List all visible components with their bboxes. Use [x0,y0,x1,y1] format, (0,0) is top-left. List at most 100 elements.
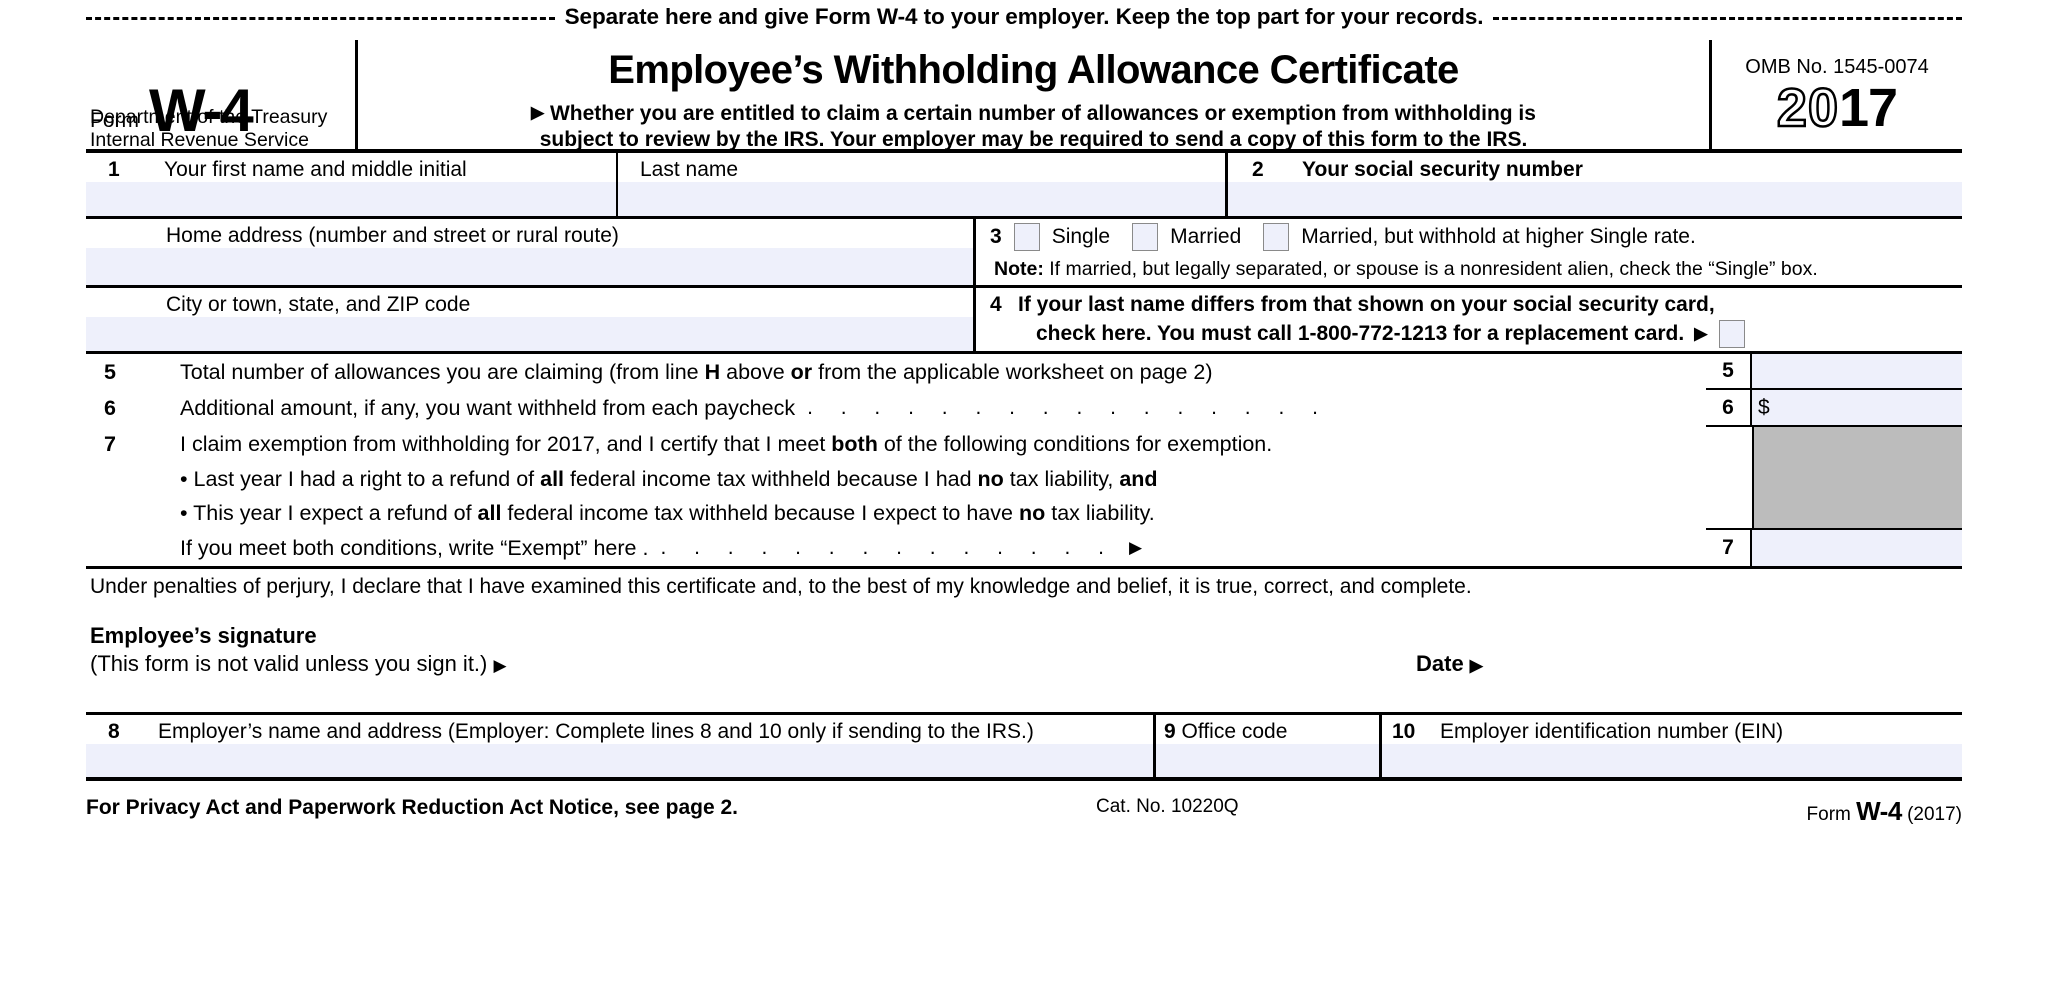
department-block: Department of the Treasury Internal Reve… [90,106,327,152]
line-10-number: 10 [1392,720,1416,743]
dashed-rule-right [1493,16,1963,20]
line-5-answer-box: 5 [1706,354,1962,390]
tax-year-century: 20 [1776,78,1840,138]
line-7-answer-box: 7 [1706,528,1962,566]
line-5-input[interactable] [1752,354,1962,388]
status-column: 3 Single Married Married, but withhold a… [976,219,1962,351]
privacy-act-notice: For Privacy Act and Paperwork Reduction … [86,796,738,819]
employer-name-address-input[interactable] [86,744,1153,777]
signature-arrow-icon: ▶ [493,656,507,675]
department-line-1: Department of the Treasury [90,106,328,128]
office-code-cell: 9 Office code (optional) [1156,715,1382,777]
header-form-identity: Form W-4 Department of the Treasury Inte… [86,40,358,152]
checkbox-married[interactable] [1132,223,1159,251]
perjury-statement: Under penalties of perjury, I declare th… [90,575,1472,598]
line-6-input[interactable]: $ [1752,390,1962,425]
header-subtitle-line-1: Whether you are entitled to claim a cert… [549,102,1536,125]
label-married-higher-single-rate: Married, but withhold at higher Single r… [1301,225,1696,248]
date-label: Date ▶ [1416,651,1483,676]
header-subtitle: ▶ Whether you are entitled to claim a ce… [358,101,1709,152]
shaded-area-wrapper [1706,427,1962,528]
line-6-text: Additional amount, if any, you want with… [180,395,796,420]
line-7-intro: I claim exemption from withholding for 2… [180,431,1273,456]
line-3-marital-status: 3 Single Married Married, but withhold a… [976,219,1962,285]
form-header: Form W-4 Department of the Treasury Inte… [86,40,1962,153]
label-single: Single [1051,225,1111,248]
line-2-number: 2 [1252,158,1264,181]
line-10-caption: 10 Employer identification number (EIN) [1382,715,1962,744]
employer-row: 8 Employer’s name and address (Employer:… [86,715,1962,781]
name-and-ssn-row: 1 Your first name and middle initial Las… [86,153,1962,219]
line-7-final-text: If you meet both conditions, write “Exem… [180,535,649,560]
line-8-number: 8 [108,720,120,743]
line-5-box-number: 5 [1706,354,1752,388]
line-7-leader-dots: . . . . . . . . . . . . . . [660,536,1115,559]
omb-number: OMB No. 1545-0074 [1745,56,1929,78]
line-7-final-row: If you meet both conditions, write “Exem… [104,530,1706,566]
home-address-cell: Home address (number and street or rural… [86,219,973,285]
line-7-bullet-2: • This year I expect a refund of all fed… [180,500,1155,525]
catalog-number: Cat. No. 10220Q [1096,796,1239,817]
line-9-caption: 9 Office code (optional) [1156,715,1379,766]
line-8-caption: 8 Employer’s name and address (Employer:… [86,715,1153,744]
line-3-note-text: If married, but legally separated, or sp… [1049,258,1818,280]
lines-5-6-7-block: 5 Total number of allowances you are cla… [86,354,1962,569]
dashed-rule-left [86,16,555,20]
line-10-label: Employer identification number (EIN) [1440,720,1784,743]
line-5-number: 5 [104,359,116,384]
currency-symbol: $ [1758,395,1770,419]
form-body: Form W-4 Department of the Treasury Inte… [86,40,1962,940]
line-4-arrow-icon: ▶ [1694,324,1708,344]
checkbox-married-higher-single-rate[interactable] [1263,223,1290,251]
last-name-label: Last name [640,158,739,181]
date-arrow-icon: ▶ [1469,656,1483,675]
line-7-block: 7 I claim exemption from withholding for… [86,426,1706,566]
line-4-name-change: 4 If your last name differs from that sh… [976,285,1962,351]
first-name-input[interactable] [86,182,616,216]
line-6-answer-box: 6 $ [1706,390,1962,427]
city-state-zip-cell: City or town, state, and ZIP code [86,285,973,351]
last-name-input[interactable] [618,182,1225,216]
line-4-text-line-1: If your last name differs from that show… [1018,293,1715,316]
tax-year: 2017 [1712,78,1962,138]
employer-name-address-cell: 8 Employer’s name and address (Employer:… [86,715,1156,777]
triangle-pointer-icon: ▶ [531,103,545,122]
label-married: Married [1170,225,1242,248]
ssn-input[interactable] [1228,182,1962,216]
home-address-input[interactable] [86,248,973,285]
lines-5-6-7-boxes-column: 5 6 $ 7 [1706,354,1962,566]
line-6-box-number: 6 [1706,390,1752,425]
checkbox-single[interactable] [1013,223,1040,251]
city-state-zip-input[interactable] [86,317,973,351]
line-6-leader-dots: . . . . . . . . . . . . . . . . [807,396,1329,419]
line-1-number: 1 [108,158,120,181]
shaded-block [1752,427,1962,528]
tax-year-short: 17 [1839,78,1898,138]
line-7-input[interactable] [1752,530,1962,566]
home-address-label: Home address (number and street or rural… [166,224,619,247]
ein-input[interactable] [1382,744,1962,777]
line-6-number: 6 [104,395,116,420]
separate-here-strip: Separate here and give Form W-4 to your … [0,0,2048,34]
last-name-cell: Last name [618,153,1228,216]
address-and-status-row: Home address (number and street or rural… [86,219,1962,354]
first-name-caption: 1 Your first name and middle initial [86,153,616,182]
ein-cell: 10 Employer identification number (EIN) [1382,715,1962,777]
city-state-zip-label: City or town, state, and ZIP code [166,293,471,316]
line-9-number: 9 [1164,720,1176,743]
line-5-row: 5 Total number of allowances you are cla… [86,354,1706,390]
w4-form-page: Separate here and give Form W-4 to your … [0,0,2048,983]
line-7-arrow-icon: ▶ [1128,538,1143,557]
header-title-block: Employee’s Withholding Allowance Certifi… [358,40,1712,152]
first-name-label: Your first name and middle initial [164,158,467,181]
office-code-input[interactable] [1156,744,1379,777]
header-subtitle-line-2: subject to review by the IRS. Your emplo… [539,127,1528,151]
checkbox-name-differs[interactable] [1719,320,1746,349]
ssn-label: Your social security number [1302,158,1583,181]
signature-block: Employee’s signature (This form is not v… [86,607,1962,715]
form-footer: For Privacy Act and Paperwork Reduction … [86,781,1962,833]
line-7-box-number: 7 [1706,530,1752,566]
ssn-cell: 2 Your social security number [1228,153,1962,216]
line-4-text-line-2: check here. You must call 1-800-772-1213… [1036,322,1685,346]
page-title: Employee’s Withholding Allowance Certifi… [608,48,1459,92]
